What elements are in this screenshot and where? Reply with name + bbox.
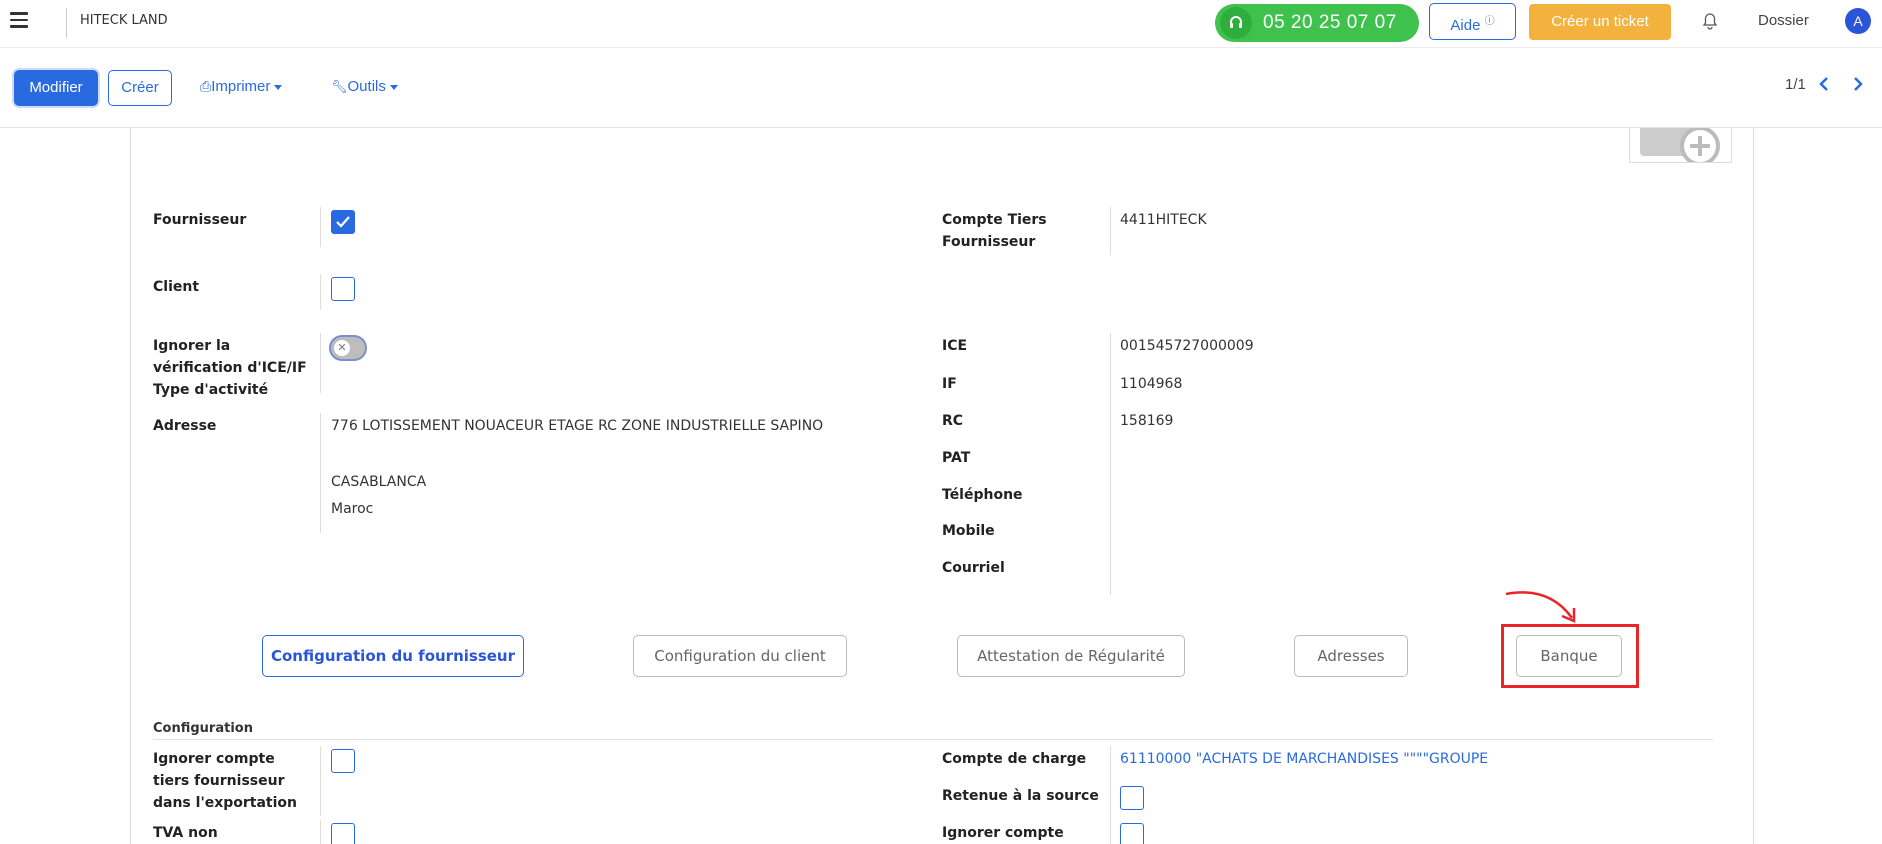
adresse-label: Adresse: [153, 418, 217, 434]
telephone-label: Téléphone: [942, 487, 1023, 503]
x-icon: ✕: [334, 340, 350, 356]
chevron-left-icon[interactable]: [1818, 76, 1830, 96]
courriel-label: Courriel: [942, 560, 1005, 576]
headset-icon: [1220, 7, 1252, 39]
adresse-line1: 776 LOTISSEMENT NOUACEUR ETAGE RC ZONE I…: [331, 418, 824, 434]
ignorer-compte-label-1: Ignorer compte: [153, 751, 275, 767]
bell-icon[interactable]: [1702, 12, 1718, 34]
check-icon: [336, 216, 350, 228]
ignorer-ice-toggle[interactable]: ✕: [331, 337, 365, 359]
ignorer-compte-checkbox[interactable]: [331, 749, 355, 773]
compte-charge-link[interactable]: 61110000 "ACHATS DE MARCHANDISES """"GRO…: [1120, 751, 1488, 767]
rc-value: 158169: [1120, 413, 1174, 429]
tab-configuration-client[interactable]: Configuration du client: [633, 635, 847, 677]
hamburger-menu-icon[interactable]: [10, 12, 28, 28]
field-divider: [320, 820, 321, 844]
retenue-label: Retenue à la source: [942, 788, 1099, 804]
dossier-menu[interactable]: Dossier: [1758, 12, 1809, 29]
user-avatar[interactable]: A: [1845, 8, 1871, 34]
fournisseur-label: Fournisseur: [153, 212, 247, 228]
pat-label: PAT: [942, 450, 971, 466]
if-label: IF: [942, 376, 957, 392]
section-divider: [153, 739, 1713, 740]
print-dropdown[interactable]: ⎙Imprimer: [200, 78, 283, 95]
caret-down-icon: [389, 84, 398, 90]
tab-adresses[interactable]: Adresses: [1294, 635, 1408, 677]
highlight-annotation-box: [1501, 624, 1639, 688]
adresse-country: Maroc: [331, 501, 374, 517]
field-divider: [1110, 746, 1111, 844]
help-button[interactable]: Aide ⓘ: [1429, 3, 1516, 40]
ignorer-compte-label-3: dans l'exportation: [153, 795, 298, 811]
field-divider: [320, 333, 321, 393]
wrench-icon: 🔧︎: [331, 79, 348, 94]
printer-icon: ⎙: [200, 78, 212, 94]
support-phone-number: 05 20 25 07 07: [1263, 12, 1397, 33]
compte-tiers-label-1: Compte Tiers: [942, 212, 1047, 228]
help-button-label: Aide: [1450, 17, 1481, 34]
ignorer-compte-right-label: Ignorer compte: [942, 825, 1064, 841]
client-checkbox[interactable]: [331, 277, 355, 301]
ignorer-ice-label-2: vérification d'ICE/IF: [153, 360, 307, 376]
fournisseur-checkbox[interactable]: [331, 210, 355, 234]
print-dropdown-label: Imprimer: [211, 78, 271, 95]
compte-tiers-label-2: Fournisseur: [942, 234, 1036, 250]
camera-plus-icon: [1640, 128, 1720, 162]
create-button[interactable]: Créer: [108, 70, 172, 106]
field-divider: [1110, 333, 1111, 595]
mobile-label: Mobile: [942, 523, 995, 539]
create-ticket-button[interactable]: Créer un ticket: [1529, 4, 1671, 40]
tab-attestation-regularite[interactable]: Attestation de Régularité: [957, 635, 1185, 677]
annotation-arrow-icon: [1505, 591, 1576, 623]
support-phone-pill[interactable]: 05 20 25 07 07: [1215, 4, 1419, 42]
ice-value: 001545727000009: [1120, 338, 1254, 354]
pager-value: 1/1: [1785, 76, 1806, 93]
tva-non-label: TVA non: [153, 825, 218, 841]
if-value: 1104968: [1120, 376, 1183, 392]
partner-image[interactable]: [1629, 128, 1732, 163]
navbar-divider: [66, 8, 67, 38]
tools-dropdown-label: Outils: [347, 78, 386, 95]
retenue-checkbox[interactable]: [1120, 786, 1144, 810]
compte-tiers-value: 4411HITECK: [1120, 212, 1207, 228]
field-divider: [320, 413, 321, 533]
ice-label: ICE: [942, 338, 968, 354]
adresse-city: CASABLANCA: [331, 474, 427, 490]
tools-dropdown[interactable]: 🔧︎Outils: [331, 78, 398, 95]
tab-configuration-fournisseur[interactable]: Configuration du fournisseur: [262, 635, 524, 677]
top-navbar: HITECK LAND 05 20 25 07 07 Aide ⓘ Créer …: [0, 0, 1882, 48]
client-label: Client: [153, 279, 200, 295]
tva-non-checkbox[interactable]: [331, 823, 355, 844]
ignorer-compte-right-checkbox[interactable]: [1120, 823, 1144, 844]
question-circle-icon: ⓘ: [1484, 16, 1495, 27]
compte-charge-label: Compte de charge: [942, 751, 1087, 767]
configuration-section-title: Configuration: [153, 721, 253, 736]
field-divider: [320, 746, 321, 816]
field-divider: [320, 207, 321, 247]
edit-button[interactable]: Modifier: [14, 70, 98, 106]
ignorer-ice-label-1: Ignorer la: [153, 338, 231, 354]
caret-down-icon: [274, 84, 283, 90]
type-activite-label: Type d'activité: [153, 382, 269, 398]
field-divider: [320, 274, 321, 310]
field-divider: [1110, 207, 1111, 255]
ignorer-compte-label-2: tiers fournisseur: [153, 773, 285, 789]
company-name[interactable]: HITECK LAND: [80, 13, 168, 28]
control-panel: Modifier Créer ⎙Imprimer 🔧︎Outils 1/1: [0, 48, 1882, 128]
rc-label: RC: [942, 413, 964, 429]
chevron-right-icon[interactable]: [1852, 76, 1864, 96]
